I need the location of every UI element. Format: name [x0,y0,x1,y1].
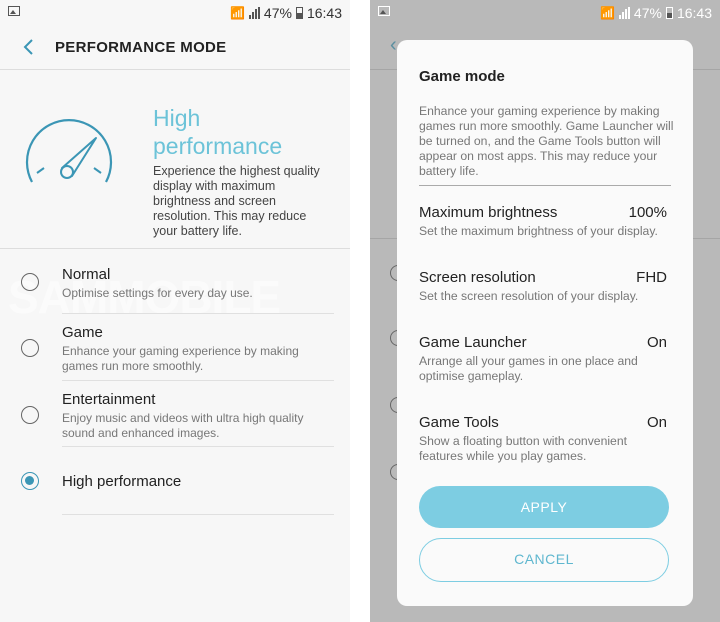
status-bar: 📶 47% 16:43 [0,0,350,26]
app-bar: PERFORMANCE MODE [0,26,350,70]
cancel-button[interactable]: CANCEL [419,538,669,582]
radio-normal[interactable] [21,273,39,291]
game-mode-dialog: Game mode Enhance your gaming experience… [397,40,693,606]
setting-description: Show a floating button with convenient f… [419,434,628,463]
option-description: Enjoy music and videos with ultra high q… [62,411,304,440]
status-bar: 📶 47% 16:43 [370,0,720,26]
battery-percent: 47% [263,5,292,21]
clock: 16:43 [676,5,712,21]
image-notification-icon [378,6,390,16]
option-title: Normal [62,266,111,283]
battery-icon [665,7,673,19]
dialog-title: Game mode [419,68,505,85]
wifi-icon: 📶 [599,6,615,20]
option-title: Game [62,324,103,341]
battery-icon [295,7,303,19]
radio-high-performance[interactable] [21,472,39,490]
back-button[interactable] [16,34,42,60]
apply-button[interactable]: APPLY [419,486,669,528]
battery-percent: 47% [633,5,662,21]
divider [62,313,334,314]
mode-description: Experience the highest quality display w… [153,164,320,238]
image-notification-icon [8,6,20,16]
setting-title: Game Launcher [419,334,527,351]
divider [62,446,334,447]
divider [419,185,671,186]
radio-entertainment[interactable] [21,406,39,424]
dialog-description: Enhance your gaming experience by making… [419,104,674,178]
setting-title: Game Tools [419,414,499,431]
mode-hero: High performance Experience the highest … [0,70,350,249]
signal-icon [618,7,630,19]
page-title: PERFORMANCE MODE [55,39,227,56]
clock: 16:43 [306,5,342,21]
mode-title: High performance [153,105,283,159]
signal-icon [248,7,260,19]
radio-game[interactable] [21,339,39,357]
divider [62,380,334,381]
option-title: High performance [62,473,182,490]
setting-description: Arrange all your games in one place and … [419,354,638,383]
divider [62,514,334,515]
setting-value: FHD [636,269,667,286]
wifi-icon: 📶 [229,6,245,20]
option-description: Optimise settings for every day use. [62,286,253,300]
back-arrow-icon [23,39,33,55]
setting-title: Screen resolution [419,269,536,286]
speedometer-icon [25,119,113,183]
setting-description: Set the screen resolution of your displa… [419,289,639,303]
setting-value: 100% [628,204,667,221]
setting-description: Set the maximum brightness of your displ… [419,224,658,238]
setting-title: Maximum brightness [419,204,558,221]
game-mode-screen: 📶 47% 16:43 ‹ Game mode Enhance your gam… [370,0,720,622]
option-description: Enhance your gaming experience by making… [62,344,299,373]
setting-value: On [646,334,667,351]
performance-mode-screen: 📶 47% 16:43 PERFORMANCE MODE High perfor… [0,0,350,622]
setting-value: On [646,414,667,431]
option-title: Entertainment [62,391,156,408]
background-back-icon: ‹ [390,34,397,56]
